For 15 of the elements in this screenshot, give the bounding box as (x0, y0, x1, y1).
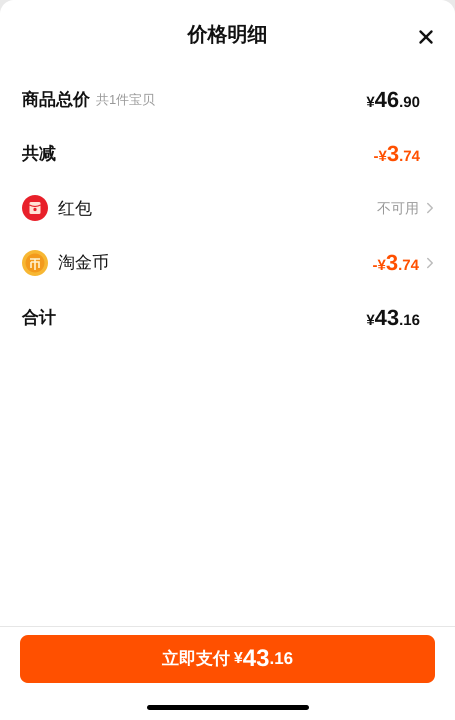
price-text: ¥43.16 (366, 304, 420, 332)
row-label: 商品总价 (22, 88, 90, 110)
status-text: 不可用 (377, 198, 419, 218)
pay-button[interactable]: 立即支付 ¥43.16 (20, 635, 435, 683)
price-text: -¥3.74 (372, 249, 419, 278)
row-label: 淘金币 (58, 252, 109, 274)
price-text: ¥46.90 (366, 86, 420, 114)
row-label: 共减 (22, 143, 56, 165)
row-label: 合计 (22, 306, 56, 328)
price-text: -¥3.74 (374, 140, 420, 168)
item-count-text: 共1件宝贝 (96, 90, 156, 108)
coin-icon (22, 250, 48, 276)
row-label: 红包 (58, 198, 92, 220)
sheet-title: 价格明细 (188, 23, 268, 48)
envelope-icon (22, 195, 48, 222)
